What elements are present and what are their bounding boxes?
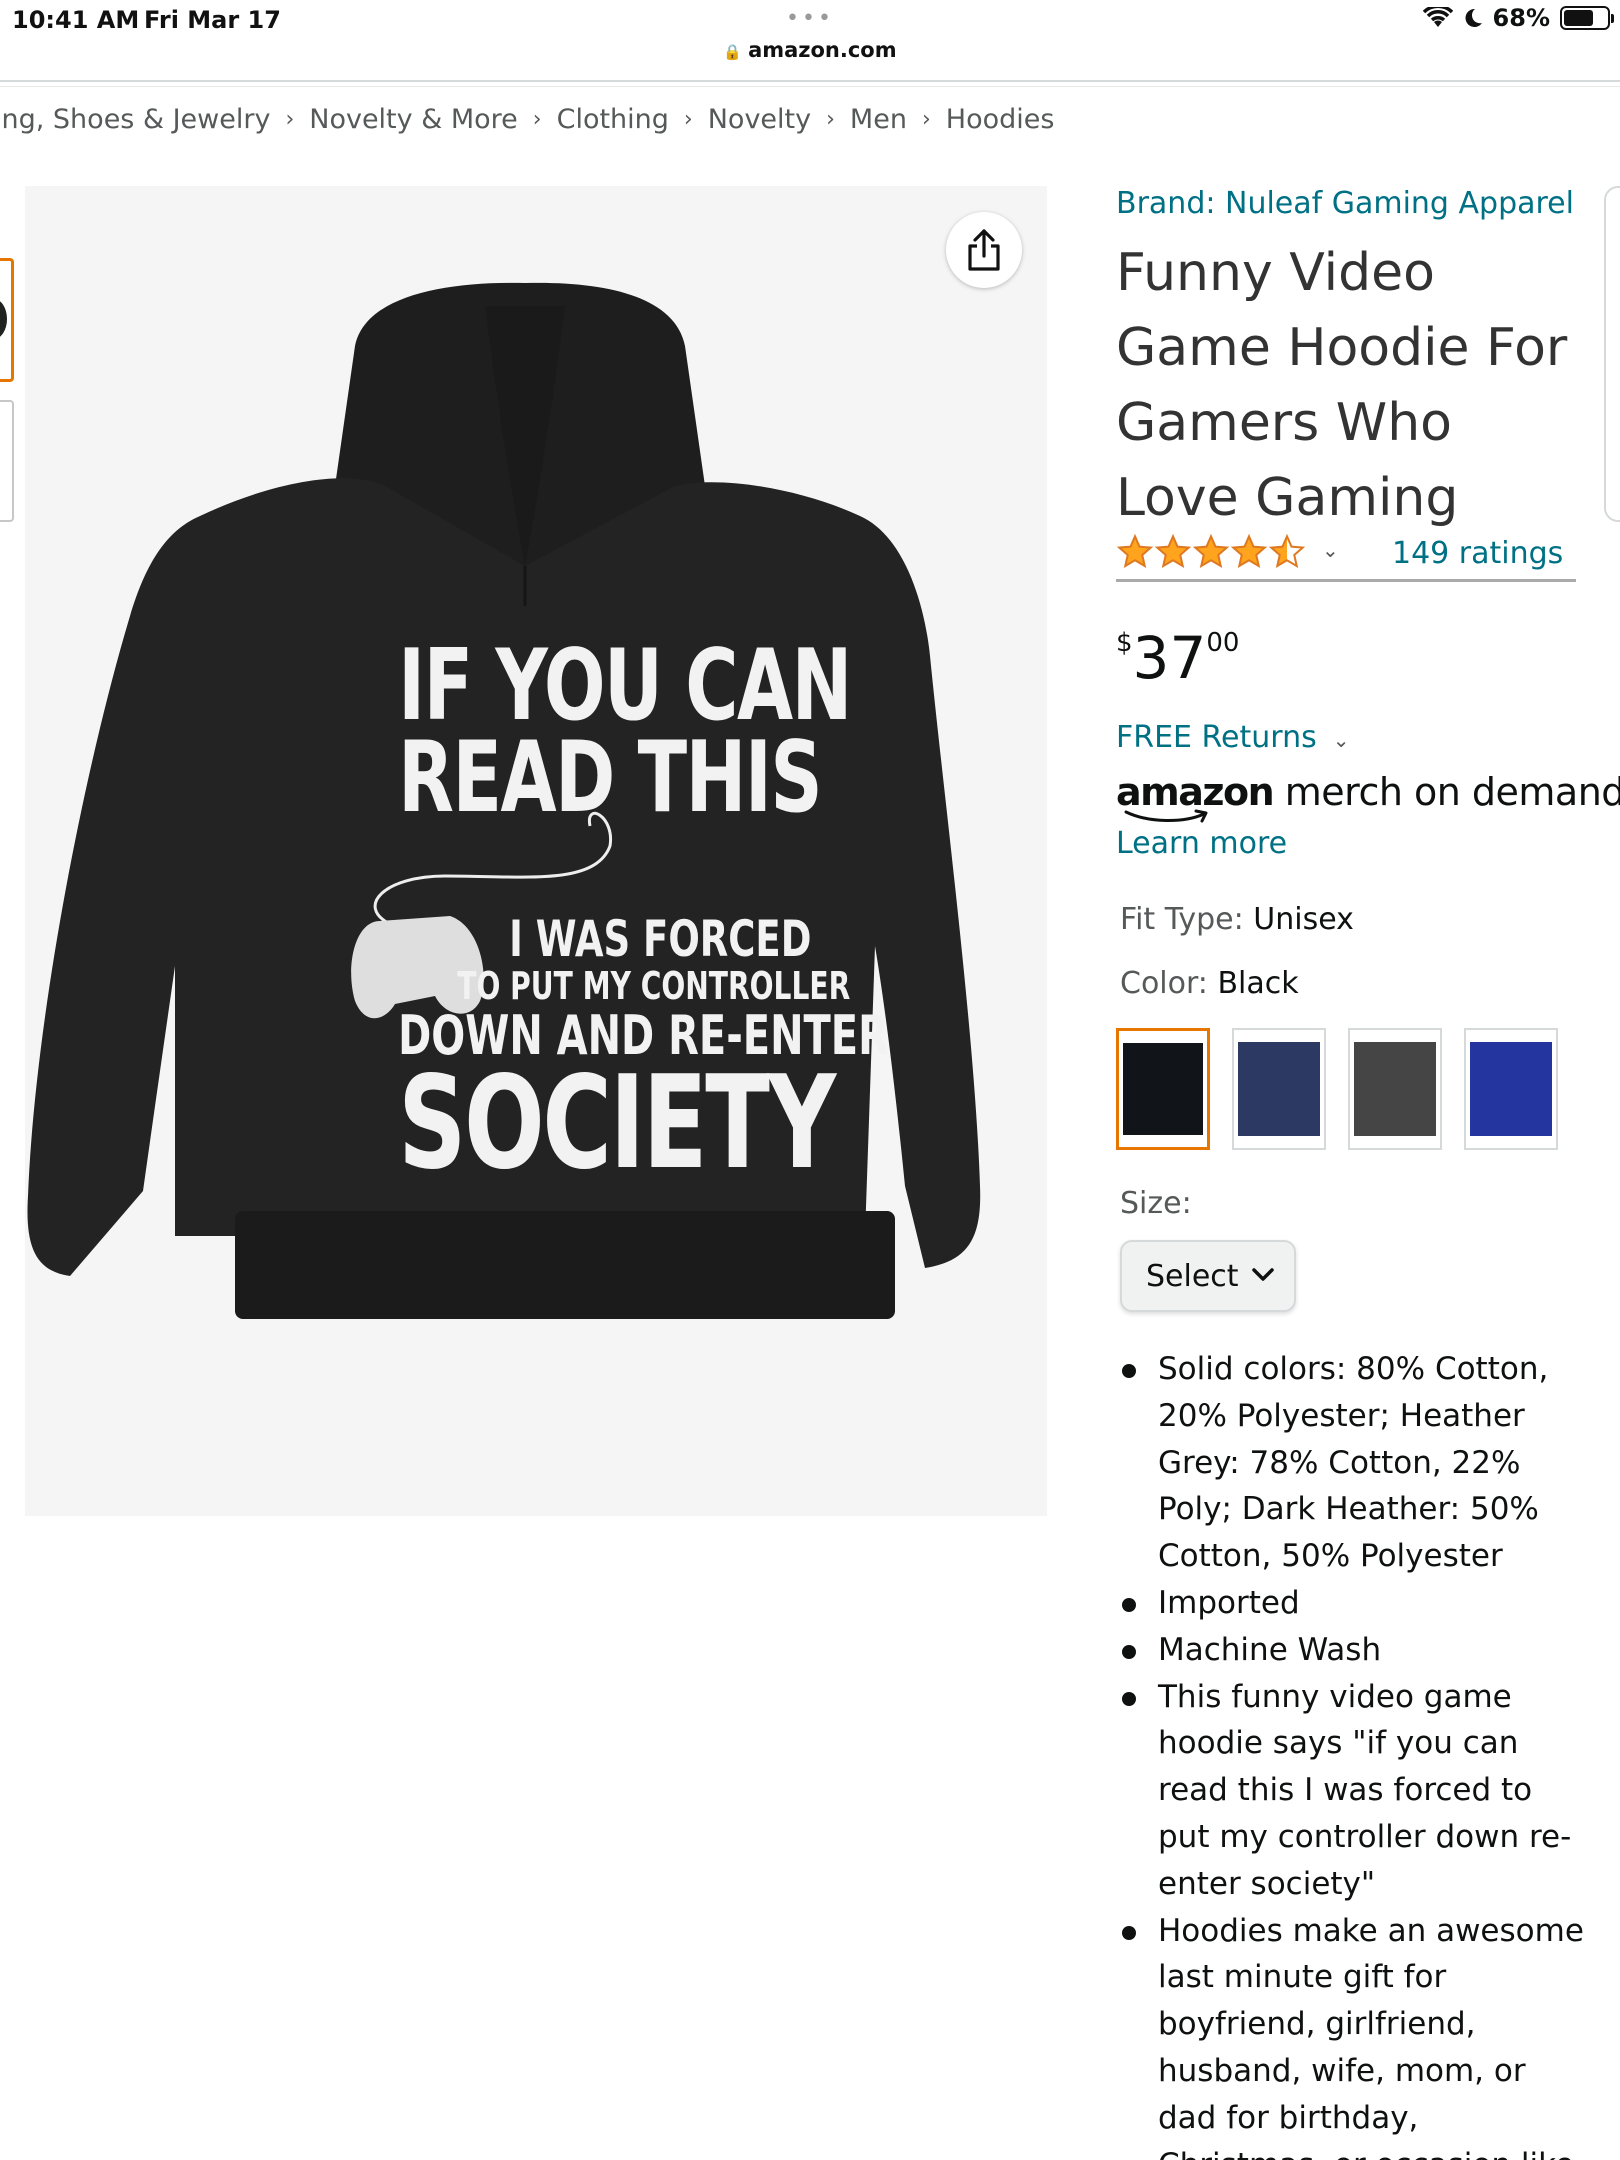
swatch-color [1470,1042,1552,1136]
chevron-down-icon [1252,1268,1274,1281]
share-button[interactable] [946,212,1022,288]
divider [0,86,1620,87]
print-line: READ THIS [398,721,822,835]
battery-percent: 68% [1492,4,1550,32]
breadcrumb-item[interactable]: Clothing [557,104,669,135]
size-select[interactable]: Select [1120,1240,1296,1312]
side-panel-edge [1604,186,1620,522]
color-value: Black [1217,966,1299,1001]
breadcrumb-item[interactable]: Hoodies [946,104,1055,135]
star-rating[interactable] [1116,534,1306,568]
thumbnail[interactable] [0,400,14,522]
print-line: SOCIETY [398,1049,836,1198]
wifi-icon [1422,7,1453,27]
share-icon [968,229,1000,271]
color-swatch[interactable] [1116,1028,1210,1150]
feature-bullet: Imported [1116,1580,1586,1627]
price-fraction: 00 [1206,628,1240,658]
product-title: Funny Video Game Hoodie For Gamers Who L… [1116,243,1568,528]
breadcrumb-separator: › [285,107,295,132]
feature-bullet: Solid colors: 80% Cotton, 20% Polyester;… [1116,1346,1586,1580]
swatch-color [1354,1042,1436,1136]
feature-bullet: This funny video game hoodie says "if yo… [1116,1674,1586,1908]
print-line: I WAS FORCED [509,910,812,968]
swatch-color [1238,1042,1320,1136]
status-date: Fri Mar 17 [144,6,281,34]
star-icon [1154,534,1192,568]
breadcrumb-item[interactable]: Men [850,104,907,135]
hoodie-print-text: IF YOU CAN READ THIS I WAS FORCED TO PUT… [398,629,889,1198]
breadcrumb-item[interactable]: ing, Shoes & Jewelry [0,104,270,135]
size-label: Size: [1120,1186,1192,1221]
breadcrumb-separator: › [532,107,542,132]
ratings-count-link[interactable]: 149 ratings [1392,536,1563,571]
brand-link[interactable]: Brand: Nuleaf Gaming Apparel [1116,186,1574,221]
url-bar[interactable]: 🔒 amazon.com [0,38,1620,62]
print-line: IF YOU CAN [398,629,852,743]
merch-wordmark: merch on demand [1284,770,1620,814]
chevron-down-icon[interactable]: ⌄ [1322,538,1339,562]
amazon-smile-icon [1124,809,1208,823]
size-select-value: Select [1146,1258,1239,1294]
color-label: Color: [1120,966,1208,1001]
star-icon [1116,534,1154,568]
free-returns-label: FREE Returns [1116,720,1317,755]
price: $3700 [1116,626,1239,690]
print-line: TO PUT MY CONTROLLER [457,964,851,1008]
breadcrumb-separator: › [921,107,931,132]
battery-fill [1564,10,1593,26]
price-symbol: $ [1116,628,1133,658]
color-swatches [1116,1028,1558,1150]
url-text: amazon.com [748,38,897,62]
color-swatch[interactable] [1464,1028,1558,1150]
rating-row: ⌄ 149 ratings [1116,534,1576,582]
price-whole: 37 [1132,624,1207,692]
feature-bullets: Solid colors: 80% Cotton, 20% Polyester;… [1116,1346,1586,2160]
thumbnail-selected[interactable] [0,258,14,382]
learn-more-link[interactable]: Learn more [1116,826,1287,861]
free-returns-link[interactable]: FREE Returns ⌄ [1116,720,1350,755]
feature-bullet: Machine Wash [1116,1627,1586,1674]
feature-bullet: Hoodies make an awesome last minute gift… [1116,1908,1586,2160]
star-icon [1268,534,1306,568]
lock-icon: 🔒 [723,43,743,61]
star-icon [1230,534,1268,568]
color-selection: Color: Black [1120,966,1299,1001]
moon-icon [1465,8,1482,27]
breadcrumb-separator: › [683,107,693,132]
chevron-down-icon: ⌄ [1332,728,1350,752]
breadcrumb-separator: › [826,107,835,132]
breadcrumb-item[interactable]: Novelty & More [309,104,518,135]
more-dots-icon[interactable]: ••• [786,6,834,31]
status-indicators: 68% [1422,4,1614,32]
color-swatch[interactable] [1348,1028,1442,1150]
fit-type-label: Fit Type: [1120,902,1244,937]
fit-type-value: Unisex [1253,902,1354,937]
swatch-color [1123,1043,1203,1135]
star-icon [1192,534,1230,568]
fit-type: Fit Type: Unisex [1120,902,1354,937]
breadcrumb: ing, Shoes & Jewelry › Novelty & More › Clot… [0,104,1054,135]
divider [0,80,1620,82]
status-time: 10:41 AM [12,6,140,34]
breadcrumb-item[interactable]: Novelty [708,104,811,135]
battery-icon [1560,6,1614,30]
color-swatch[interactable] [1232,1028,1326,1150]
status-bar: 10:41 AM Fri Mar 17 ••• 🔒 amazon.com 68% [0,0,1620,80]
